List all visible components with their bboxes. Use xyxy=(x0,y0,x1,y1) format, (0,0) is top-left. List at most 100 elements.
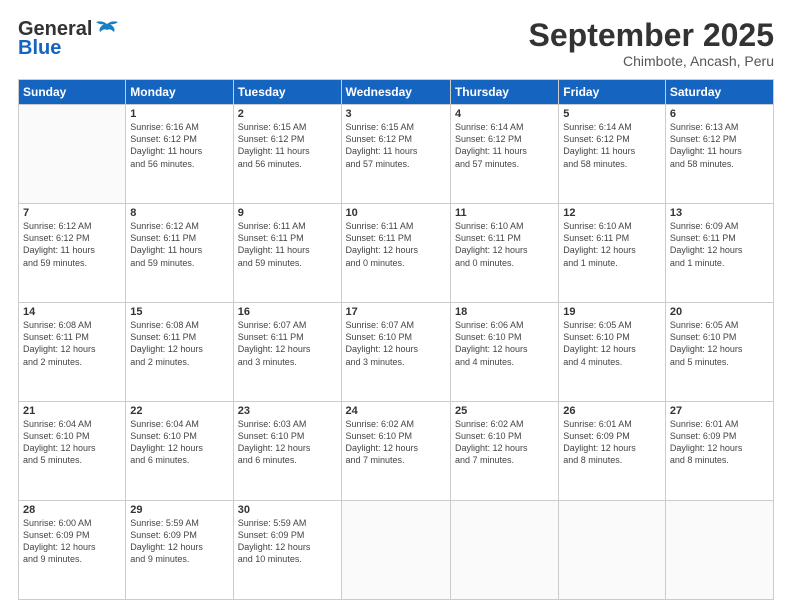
weekday-header-tuesday: Tuesday xyxy=(233,80,341,105)
day-number: 29 xyxy=(130,504,228,516)
day-info: Sunrise: 6:11 AM Sunset: 6:11 PM Dayligh… xyxy=(346,220,446,269)
day-number: 20 xyxy=(670,306,769,318)
calendar-cell xyxy=(559,501,666,600)
day-info: Sunrise: 6:04 AM Sunset: 6:10 PM Dayligh… xyxy=(130,418,228,467)
calendar-cell: 27Sunrise: 6:01 AM Sunset: 6:09 PM Dayli… xyxy=(665,402,773,501)
day-info: Sunrise: 6:13 AM Sunset: 6:12 PM Dayligh… xyxy=(670,121,769,170)
day-info: Sunrise: 6:02 AM Sunset: 6:10 PM Dayligh… xyxy=(455,418,554,467)
day-number: 6 xyxy=(670,108,769,120)
day-info: Sunrise: 6:04 AM Sunset: 6:10 PM Dayligh… xyxy=(23,418,121,467)
day-info: Sunrise: 6:05 AM Sunset: 6:10 PM Dayligh… xyxy=(563,319,661,368)
day-number: 14 xyxy=(23,306,121,318)
day-number: 16 xyxy=(238,306,337,318)
day-number: 7 xyxy=(23,207,121,219)
day-number: 13 xyxy=(670,207,769,219)
calendar-cell xyxy=(665,501,773,600)
title-block: September 2025 Chimbote, Ancash, Peru xyxy=(529,18,774,69)
day-info: Sunrise: 6:03 AM Sunset: 6:10 PM Dayligh… xyxy=(238,418,337,467)
week-row-5: 28Sunrise: 6:00 AM Sunset: 6:09 PM Dayli… xyxy=(19,501,774,600)
calendar-cell xyxy=(450,501,558,600)
calendar-cell: 28Sunrise: 6:00 AM Sunset: 6:09 PM Dayli… xyxy=(19,501,126,600)
weekday-header-monday: Monday xyxy=(126,80,233,105)
calendar-cell xyxy=(19,105,126,204)
weekday-header-sunday: Sunday xyxy=(19,80,126,105)
calendar-cell: 8Sunrise: 6:12 AM Sunset: 6:11 PM Daylig… xyxy=(126,204,233,303)
day-info: Sunrise: 6:10 AM Sunset: 6:11 PM Dayligh… xyxy=(563,220,661,269)
day-number: 24 xyxy=(346,405,446,417)
day-info: Sunrise: 6:16 AM Sunset: 6:12 PM Dayligh… xyxy=(130,121,228,170)
day-number: 9 xyxy=(238,207,337,219)
day-info: Sunrise: 6:01 AM Sunset: 6:09 PM Dayligh… xyxy=(670,418,769,467)
calendar-cell: 20Sunrise: 6:05 AM Sunset: 6:10 PM Dayli… xyxy=(665,303,773,402)
day-number: 4 xyxy=(455,108,554,120)
calendar-table: SundayMondayTuesdayWednesdayThursdayFrid… xyxy=(18,79,774,600)
day-info: Sunrise: 6:07 AM Sunset: 6:10 PM Dayligh… xyxy=(346,319,446,368)
logo-bird-icon xyxy=(94,20,120,40)
day-info: Sunrise: 6:14 AM Sunset: 6:12 PM Dayligh… xyxy=(563,121,661,170)
weekday-header-saturday: Saturday xyxy=(665,80,773,105)
day-number: 19 xyxy=(563,306,661,318)
calendar-cell: 11Sunrise: 6:10 AM Sunset: 6:11 PM Dayli… xyxy=(450,204,558,303)
week-row-2: 7Sunrise: 6:12 AM Sunset: 6:12 PM Daylig… xyxy=(19,204,774,303)
calendar-cell: 19Sunrise: 6:05 AM Sunset: 6:10 PM Dayli… xyxy=(559,303,666,402)
day-info: Sunrise: 6:02 AM Sunset: 6:10 PM Dayligh… xyxy=(346,418,446,467)
calendar-cell: 17Sunrise: 6:07 AM Sunset: 6:10 PM Dayli… xyxy=(341,303,450,402)
day-number: 12 xyxy=(563,207,661,219)
day-info: Sunrise: 6:15 AM Sunset: 6:12 PM Dayligh… xyxy=(346,121,446,170)
calendar-cell: 13Sunrise: 6:09 AM Sunset: 6:11 PM Dayli… xyxy=(665,204,773,303)
calendar-cell: 25Sunrise: 6:02 AM Sunset: 6:10 PM Dayli… xyxy=(450,402,558,501)
day-info: Sunrise: 6:08 AM Sunset: 6:11 PM Dayligh… xyxy=(130,319,228,368)
calendar-cell: 5Sunrise: 6:14 AM Sunset: 6:12 PM Daylig… xyxy=(559,105,666,204)
day-info: Sunrise: 6:01 AM Sunset: 6:09 PM Dayligh… xyxy=(563,418,661,467)
day-number: 11 xyxy=(455,207,554,219)
day-number: 23 xyxy=(238,405,337,417)
day-info: Sunrise: 6:14 AM Sunset: 6:12 PM Dayligh… xyxy=(455,121,554,170)
weekday-header-row: SundayMondayTuesdayWednesdayThursdayFrid… xyxy=(19,80,774,105)
day-number: 15 xyxy=(130,306,228,318)
day-info: Sunrise: 6:00 AM Sunset: 6:09 PM Dayligh… xyxy=(23,517,121,566)
calendar-cell: 24Sunrise: 6:02 AM Sunset: 6:10 PM Dayli… xyxy=(341,402,450,501)
calendar-cell: 16Sunrise: 6:07 AM Sunset: 6:11 PM Dayli… xyxy=(233,303,341,402)
calendar-cell: 4Sunrise: 6:14 AM Sunset: 6:12 PM Daylig… xyxy=(450,105,558,204)
day-info: Sunrise: 6:07 AM Sunset: 6:11 PM Dayligh… xyxy=(238,319,337,368)
calendar-cell: 15Sunrise: 6:08 AM Sunset: 6:11 PM Dayli… xyxy=(126,303,233,402)
calendar-cell: 6Sunrise: 6:13 AM Sunset: 6:12 PM Daylig… xyxy=(665,105,773,204)
calendar-cell: 23Sunrise: 6:03 AM Sunset: 6:10 PM Dayli… xyxy=(233,402,341,501)
calendar-cell: 21Sunrise: 6:04 AM Sunset: 6:10 PM Dayli… xyxy=(19,402,126,501)
weekday-header-thursday: Thursday xyxy=(450,80,558,105)
day-info: Sunrise: 5:59 AM Sunset: 6:09 PM Dayligh… xyxy=(130,517,228,566)
day-info: Sunrise: 6:11 AM Sunset: 6:11 PM Dayligh… xyxy=(238,220,337,269)
calendar-cell: 26Sunrise: 6:01 AM Sunset: 6:09 PM Dayli… xyxy=(559,402,666,501)
day-number: 5 xyxy=(563,108,661,120)
day-number: 21 xyxy=(23,405,121,417)
calendar-cell: 1Sunrise: 6:16 AM Sunset: 6:12 PM Daylig… xyxy=(126,105,233,204)
calendar-cell: 10Sunrise: 6:11 AM Sunset: 6:11 PM Dayli… xyxy=(341,204,450,303)
calendar-cell: 9Sunrise: 6:11 AM Sunset: 6:11 PM Daylig… xyxy=(233,204,341,303)
calendar-cell: 3Sunrise: 6:15 AM Sunset: 6:12 PM Daylig… xyxy=(341,105,450,204)
day-number: 17 xyxy=(346,306,446,318)
day-info: Sunrise: 6:06 AM Sunset: 6:10 PM Dayligh… xyxy=(455,319,554,368)
week-row-3: 14Sunrise: 6:08 AM Sunset: 6:11 PM Dayli… xyxy=(19,303,774,402)
weekday-header-friday: Friday xyxy=(559,80,666,105)
day-number: 8 xyxy=(130,207,228,219)
day-number: 10 xyxy=(346,207,446,219)
week-row-4: 21Sunrise: 6:04 AM Sunset: 6:10 PM Dayli… xyxy=(19,402,774,501)
calendar-cell: 22Sunrise: 6:04 AM Sunset: 6:10 PM Dayli… xyxy=(126,402,233,501)
day-number: 1 xyxy=(130,108,228,120)
logo: General Blue xyxy=(18,18,120,60)
location: Chimbote, Ancash, Peru xyxy=(529,53,774,69)
day-info: Sunrise: 6:15 AM Sunset: 6:12 PM Dayligh… xyxy=(238,121,337,170)
day-info: Sunrise: 6:12 AM Sunset: 6:12 PM Dayligh… xyxy=(23,220,121,269)
calendar-cell: 29Sunrise: 5:59 AM Sunset: 6:09 PM Dayli… xyxy=(126,501,233,600)
month-title: September 2025 xyxy=(529,18,774,53)
calendar-cell xyxy=(341,501,450,600)
calendar-cell: 2Sunrise: 6:15 AM Sunset: 6:12 PM Daylig… xyxy=(233,105,341,204)
header: General Blue September 2025 Chimbote, An… xyxy=(18,18,774,69)
day-number: 25 xyxy=(455,405,554,417)
day-info: Sunrise: 6:12 AM Sunset: 6:11 PM Dayligh… xyxy=(130,220,228,269)
page: General Blue September 2025 Chimbote, An… xyxy=(0,0,792,612)
logo-blue: Blue xyxy=(18,37,61,60)
day-info: Sunrise: 6:08 AM Sunset: 6:11 PM Dayligh… xyxy=(23,319,121,368)
day-info: Sunrise: 6:09 AM Sunset: 6:11 PM Dayligh… xyxy=(670,220,769,269)
day-info: Sunrise: 6:10 AM Sunset: 6:11 PM Dayligh… xyxy=(455,220,554,269)
